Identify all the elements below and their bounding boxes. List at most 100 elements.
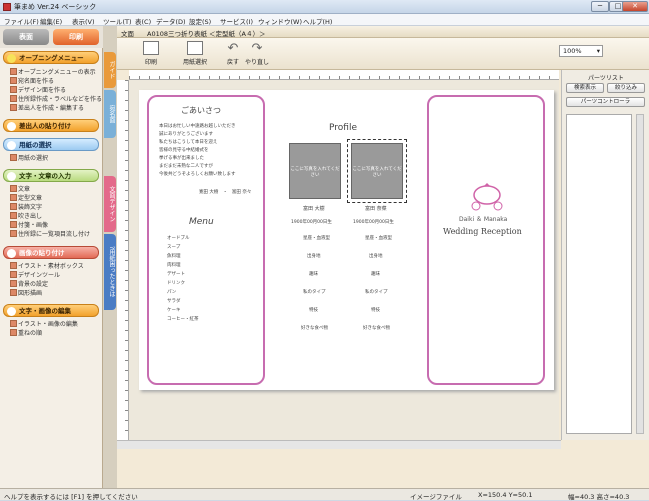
profile-row-label[interactable]: 出身地 [369,253,383,259]
menu-item-design-side[interactable]: デザイン面を作る [10,85,66,94]
menu-item-address-list[interactable]: 住所録に一覧項目流し付け [10,229,90,238]
section-edit[interactable]: 文字・画像の編集 [3,304,99,317]
print-tab[interactable]: 印刷 [53,29,99,45]
profile-row-label[interactable]: 私のタイプ [303,289,326,295]
profile-row-label[interactable]: 趣味 [309,271,318,277]
section-sender-paste[interactable]: 差出人の貼り付け [3,119,99,132]
minimize-button[interactable]: ─ [591,1,609,12]
omote-tab[interactable]: 表面 [3,29,49,45]
profile-row-label[interactable]: 好きな食べ物 [363,325,390,331]
bride-photo-placeholder[interactable]: ここに写真を入れてください [347,139,407,203]
tab-text-design[interactable]: 文面デザイン [104,176,116,232]
greeting-line-7[interactable]: 今後共どうぞよろしくお願い致します [159,171,236,177]
horizontal-scrollbar[interactable] [117,440,561,449]
menu-item[interactable]: サラダ [167,298,181,304]
profile-row-label[interactable]: 趣味 [371,271,380,277]
section-image-paste[interactable]: 画像の貼り付け [3,246,99,259]
greeting-line-6[interactable]: まだまだ未熟な二人ですが [159,163,213,169]
greeting-line-5[interactable]: 挙げる事が出来ました [159,155,204,161]
section-opening-menu[interactable]: オープニングメニュー [3,51,99,64]
zoom-select[interactable]: 100% ▾ [559,45,603,57]
cover-names[interactable]: Daiki ＆ Manaka [459,214,507,223]
greeting-line-3[interactable]: 私たちはこうして本日を迎え [159,139,217,145]
menu-settings[interactable]: 設定(S) [189,16,211,26]
menu-item-shape[interactable]: 図形描画 [10,288,42,297]
menu-item-opening[interactable]: オープニングメニューの表示 [10,67,96,76]
menu-title[interactable]: Menu [189,217,214,227]
greeting-line-2[interactable]: 誠にありがとうございます [159,131,213,137]
menu-item[interactable]: デザート [167,271,185,277]
cover-title[interactable]: Wedding Reception [443,227,522,236]
section-text-input[interactable]: 文字・文章の入力 [3,169,99,182]
menu-item-template-text[interactable]: 定型文章 [10,193,42,202]
menu-tools[interactable]: ツール(T) [103,16,132,26]
menu-item-sticky[interactable]: 付箋・画像 [10,220,48,229]
tab-help[interactable]: ?用紙困ったときは [104,234,116,310]
menu-item[interactable]: ドリンク [167,280,185,286]
app-icon [3,3,11,11]
menu-item-paper-select[interactable]: 用紙の選択 [10,153,48,162]
profile-title[interactable]: Profile [329,123,357,133]
profile-row-label[interactable]: 好きな食べ物 [301,325,328,331]
print-tool[interactable]: 印刷 [139,41,163,66]
panel-greeting: ごあいさつ 本日はお忙しい中遠路お越しいただき 誠にありがとうございます 私たち… [147,95,265,385]
search-display-button[interactable]: 検索表示 [566,83,604,93]
menu-item[interactable]: コーヒー・紅茶 [167,316,199,322]
parts-thumbnail[interactable] [566,114,632,434]
section-paper-select[interactable]: 用紙の選択 [3,138,99,151]
profile-row-label[interactable]: 星座・血液型 [303,235,330,241]
parts-controller-button[interactable]: パーツコントローラ [566,97,645,107]
groom-birth[interactable]: 1900年00月00日生 [291,219,332,225]
bride-name[interactable]: 富田 奈菜 [365,205,387,212]
menu-item[interactable]: 肉料理 [167,262,181,268]
profile-row-label[interactable]: 私のタイプ [365,289,388,295]
profile-row-label[interactable]: 特技 [371,307,380,313]
menu-view[interactable]: 表示(V) [72,16,95,26]
menu-item-illust-box[interactable]: イラスト・素材ボックス [10,261,84,270]
menu-item[interactable]: オードブル [167,235,190,241]
tab-guide[interactable]: ガイド [104,52,116,88]
menu-file[interactable]: ファイル(F) [4,16,39,26]
doc-tab-label[interactable]: 文面 [121,28,134,38]
profile-row-label[interactable]: 特技 [309,307,318,313]
carriage-icon [471,183,503,211]
tab-address-side[interactable]: 宛名面 [104,90,116,138]
sender-icon [7,122,16,131]
greeting-signature[interactable]: 寛田 大樹 ・ 富田 奈々 [199,189,251,195]
greeting-title[interactable]: ごあいさつ [181,105,221,116]
greeting-line-1[interactable]: 本日はお忙しい中遠路お越しいただき [159,123,236,129]
groom-name[interactable]: 富田 大樹 [303,205,325,212]
menu-item[interactable]: 魚料理 [167,253,181,259]
menu-item-sender[interactable]: 差出人を作成・編集する [10,103,84,112]
menu-item-balloon[interactable]: 吹き出し [10,211,42,220]
menu-item[interactable]: パン [167,289,176,295]
close-button[interactable]: ✕ [622,1,648,12]
menu-service[interactable]: サービス(I) [220,16,253,26]
groom-photo-placeholder[interactable]: ここに写真を入れてください [289,143,341,199]
profile-row-label[interactable]: 出身地 [307,253,321,259]
greeting-line-4[interactable]: 皆様の見守る中結婚式を [159,147,209,153]
menu-help[interactable]: ヘルプ(H) [303,16,332,26]
profile-row-label[interactable]: 星座・血液型 [365,235,392,241]
redo-tool[interactable]: ↷ やり直し [243,41,271,66]
menu-item[interactable]: ケーキ [167,307,181,313]
menu-edit[interactable]: 編集(E) [40,16,62,26]
menu-window[interactable]: ウィンドウ(W) [258,16,302,26]
menu-item-address-book[interactable]: 住所録作成・ラベルなどを作る [10,94,102,103]
menu-item-image-edit[interactable]: イラスト・画像の編集 [10,319,78,328]
menu-item-text[interactable]: 文章 [10,184,30,193]
menu-item-background[interactable]: 背景の設定 [10,279,48,288]
menu-table[interactable]: 表(C) [135,16,151,26]
filter-button[interactable]: 絞り込み [607,83,645,93]
bride-birth[interactable]: 1900年00月00日生 [353,219,394,225]
menu-item-decorated-text[interactable]: 装飾文字 [10,202,42,211]
menu-item-order[interactable]: 重ねの順 [10,328,42,337]
menu-item-design-tool[interactable]: デザインツール [10,270,60,279]
paper-icon [187,41,203,55]
menu-data[interactable]: データ(D) [156,16,186,26]
menu-item-address-side[interactable]: 宛名面を作る [10,76,54,85]
menu-item[interactable]: スープ [167,244,180,250]
undo-tool[interactable]: ↶ 戻す [221,41,245,66]
vertical-scrollbar[interactable] [636,114,644,434]
paper-select-tool[interactable]: 用紙選択 [175,41,215,66]
